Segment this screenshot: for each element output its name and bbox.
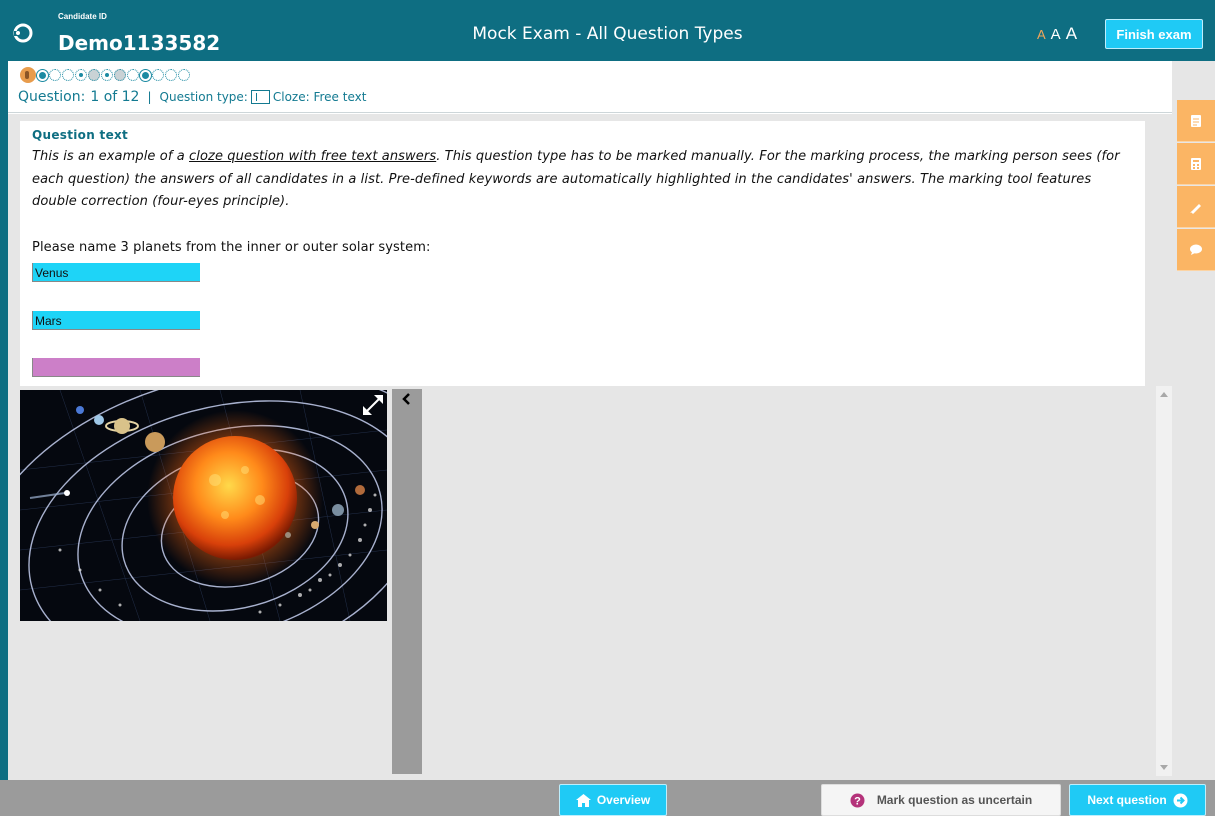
expand-image-icon[interactable]: [360, 392, 386, 418]
scrollbar[interactable]: [1156, 386, 1172, 776]
finish-exam-button[interactable]: Finish exam: [1105, 19, 1203, 49]
question-text: This is an example of a cloze question w…: [32, 146, 1122, 214]
notes-button[interactable]: [1177, 100, 1215, 142]
question-prompt: Please name 3 planets from the inner or …: [32, 240, 431, 255]
highlighter-button[interactable]: [1177, 186, 1215, 228]
question-dot[interactable]: [62, 69, 74, 81]
question-label: Question:: [18, 89, 86, 105]
arrow-right-circle-icon: [1173, 793, 1188, 807]
question-type-label: Question type:: [159, 90, 248, 104]
overview-label: Overview: [596, 793, 651, 807]
mark-uncertain-label: Mark question as uncertain: [876, 793, 1033, 807]
question-dot[interactable]: [165, 69, 177, 81]
question-dot[interactable]: [49, 69, 61, 81]
question-text-part: This is an example of a: [32, 149, 190, 164]
mark-uncertain-button[interactable]: ? Mark question as uncertain: [821, 784, 1061, 816]
question-heading: Question text: [32, 128, 129, 142]
exam-header: Candidate ID Demo1133582 Mock Exam - All…: [0, 0, 1215, 61]
font-size-small[interactable]: A: [1037, 27, 1046, 42]
next-question-button[interactable]: Next question: [1069, 784, 1206, 816]
scroll-up-arrow[interactable]: [1160, 392, 1168, 397]
solar-system-illustration: [20, 390, 387, 621]
calculator-button[interactable]: [1177, 143, 1215, 185]
question-dot[interactable]: [20, 67, 36, 83]
question-dot[interactable]: [114, 69, 126, 81]
svg-text:?: ?: [854, 795, 861, 807]
answer-field-1[interactable]: Venus: [32, 263, 200, 282]
panel-collapse-bar[interactable]: [392, 389, 422, 774]
question-navigation: Question: 1 of 12 | Question type: Cloze…: [8, 61, 1172, 113]
question-dot[interactable]: [101, 69, 113, 81]
home-icon: [575, 793, 591, 807]
answer-field-2[interactable]: Mars: [32, 311, 200, 330]
font-size-medium[interactable]: A: [1051, 26, 1061, 43]
question-info: Question: 1 of 12 | Question type: Cloze…: [18, 89, 366, 105]
question-dots: [20, 67, 190, 83]
question-dot[interactable]: [152, 69, 164, 81]
question-text-emphasis: cloze question with free text answers: [189, 149, 437, 164]
left-border: [0, 61, 8, 781]
font-size-selector: A A A: [1037, 24, 1077, 44]
calculator-icon: [1191, 157, 1201, 170]
question-dot[interactable]: [140, 69, 151, 81]
overview-button[interactable]: Overview: [559, 784, 667, 816]
scroll-down-arrow[interactable]: [1160, 765, 1168, 770]
next-question-label: Next question: [1087, 793, 1167, 807]
separator: |: [147, 90, 152, 104]
comment-button[interactable]: [1177, 229, 1215, 271]
question-dot[interactable]: [37, 69, 48, 81]
notes-icon: [1191, 114, 1201, 127]
question-dot[interactable]: [75, 69, 87, 81]
question-dot[interactable]: [88, 69, 100, 81]
solar-system-image: [20, 390, 387, 621]
question-type-value: Cloze: Free text: [272, 90, 367, 104]
highlighter-icon: [1190, 203, 1201, 214]
question-mark-icon: ?: [850, 793, 865, 807]
comment-icon: [1190, 244, 1202, 255]
question-dot[interactable]: [178, 69, 190, 81]
font-size-large[interactable]: A: [1066, 24, 1077, 44]
question-box: Question text This is an example of a cl…: [20, 121, 1145, 386]
exam-title: Mock Exam - All Question Types: [472, 24, 743, 44]
answer-field-3[interactable]: [32, 358, 200, 377]
question-position: 1 of 12: [90, 89, 140, 105]
secondary-panel: [422, 389, 1156, 774]
chevron-left-icon[interactable]: [400, 392, 414, 406]
question-dot[interactable]: [127, 69, 139, 81]
candidate-id-label: Candidate ID: [58, 12, 107, 21]
cloze-type-icon: [250, 90, 270, 104]
